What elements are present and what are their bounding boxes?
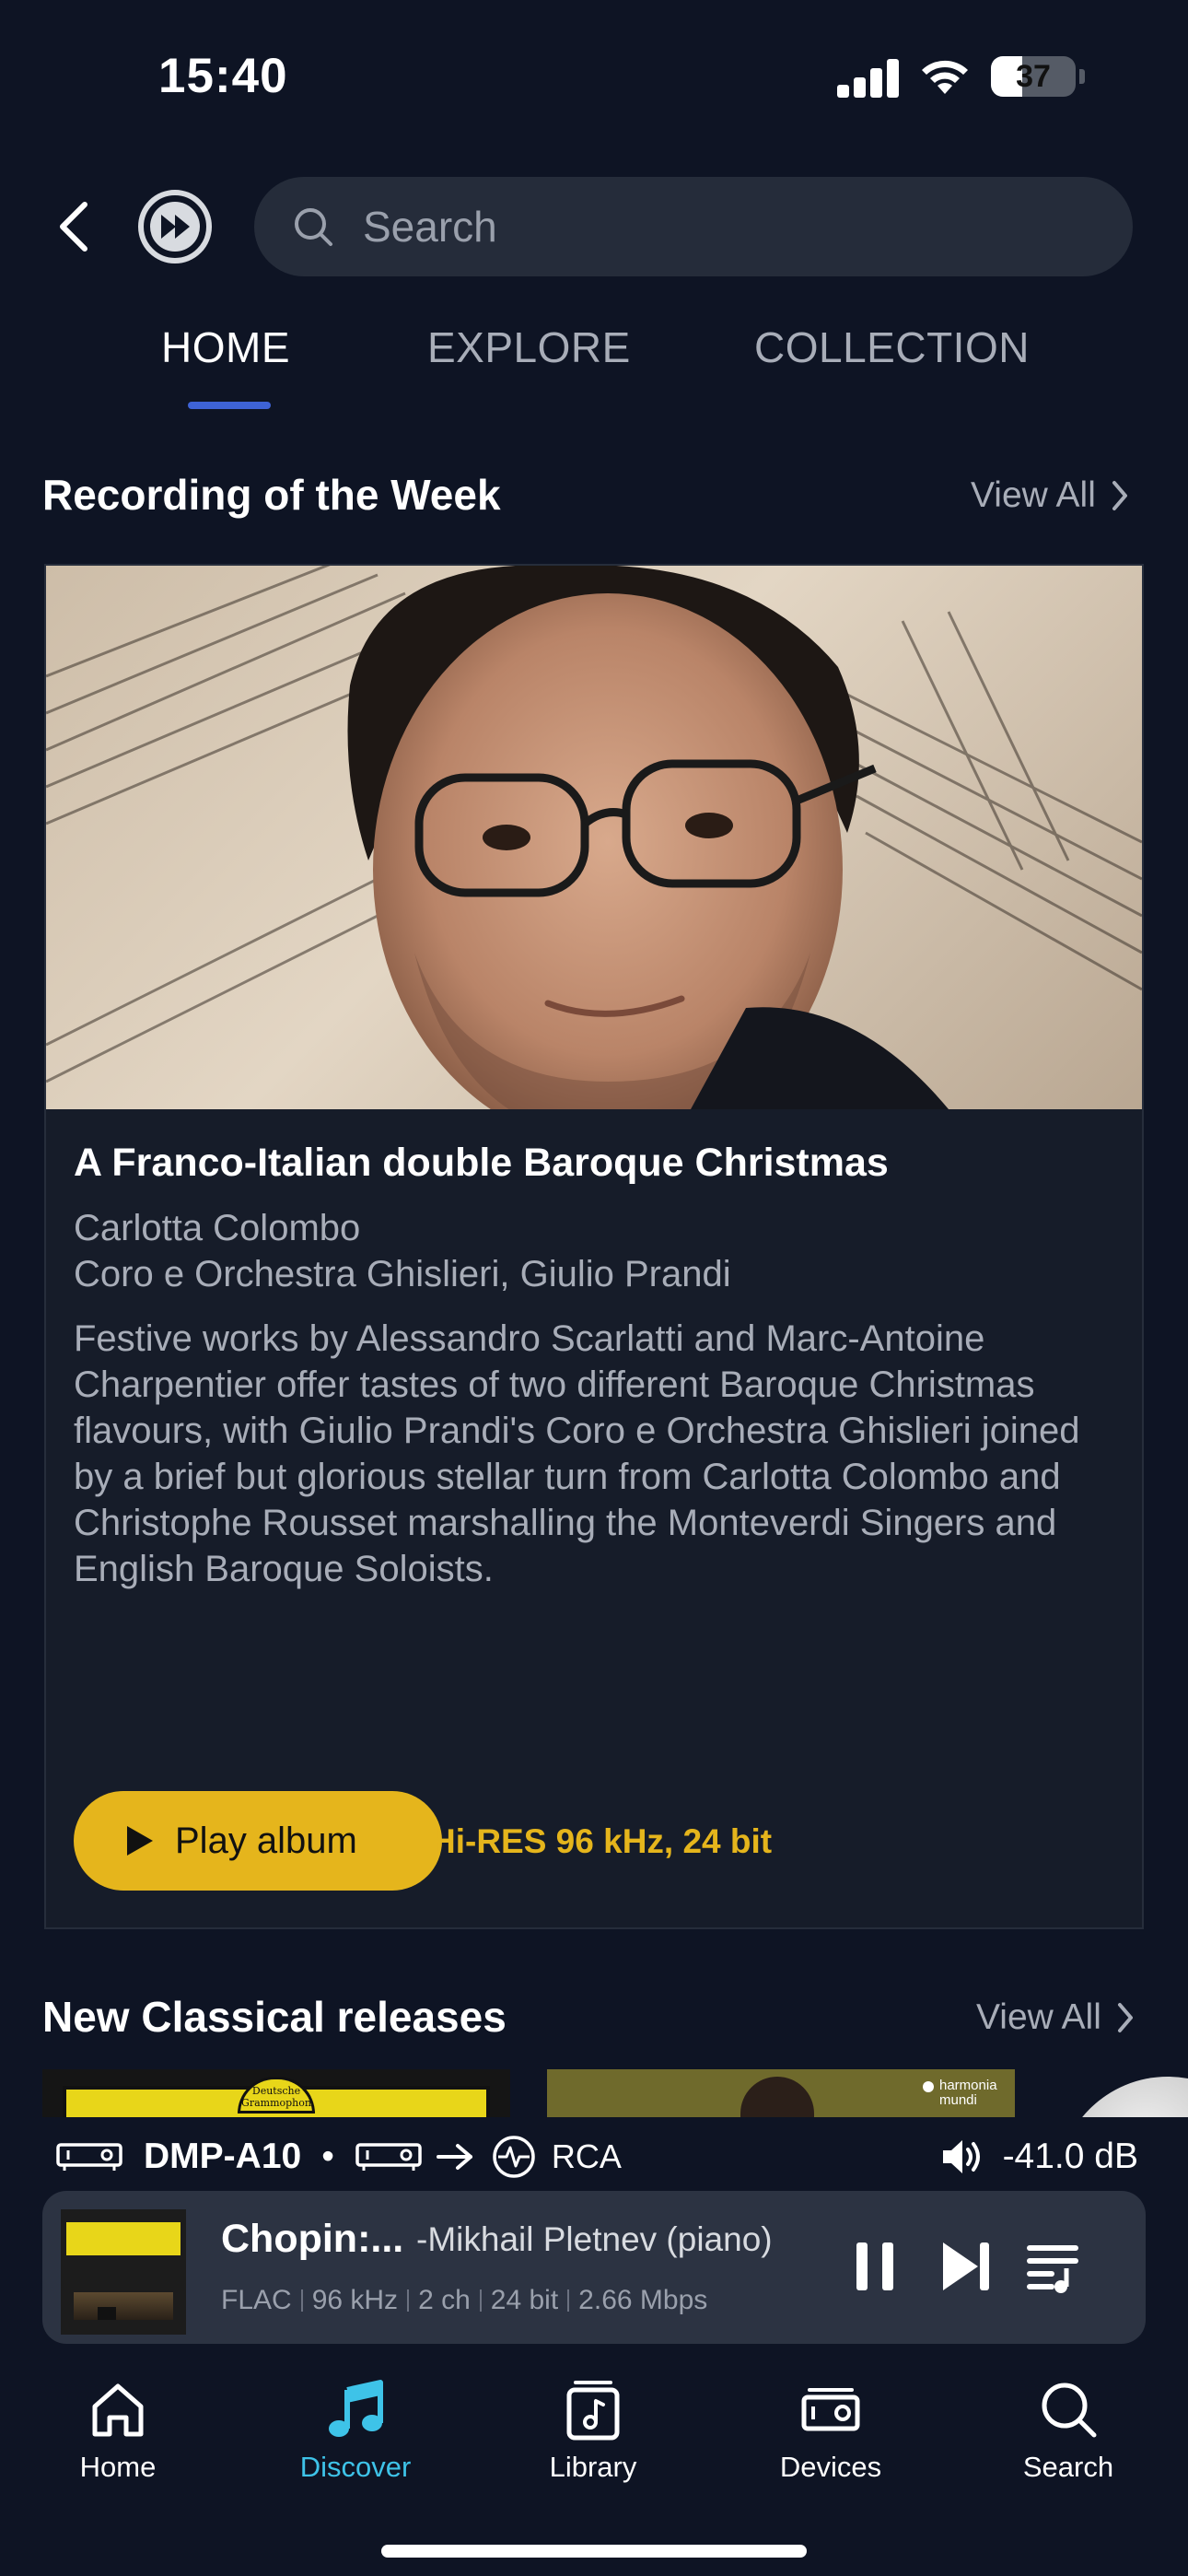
recording-artist-soloist: Carlotta Colombo xyxy=(74,1208,361,1248)
status-time: 15:40 xyxy=(158,49,288,103)
bit-depth: 24 bit xyxy=(490,2285,559,2315)
back-chevron-icon[interactable] xyxy=(52,201,98,252)
cellular-signal-icon xyxy=(837,55,899,98)
release-album-cover[interactable] xyxy=(1052,2069,1188,2117)
pause-icon[interactable] xyxy=(845,2237,904,2296)
chevron-right-icon xyxy=(1112,481,1127,510)
play-album-button[interactable]: Play album xyxy=(74,1791,442,1891)
status-bar: 15:40 37 xyxy=(0,0,1188,166)
streamer-device-icon xyxy=(56,2143,122,2171)
home-icon xyxy=(92,2383,144,2437)
app-logo-icon[interactable] xyxy=(136,188,214,265)
speaker-volume-icon xyxy=(942,2140,980,2173)
label-logo: harmonia mundi xyxy=(939,2078,997,2108)
library-icon xyxy=(566,2381,620,2441)
recording-description: Festive works by Alessandro Scarlatti an… xyxy=(74,1318,1080,1589)
dac-device-icon xyxy=(355,2143,422,2171)
play-album-label: Play album xyxy=(175,1820,357,1861)
top-tabs: HOME EXPLORE COLLECTION xyxy=(0,322,1188,415)
play-icon xyxy=(127,1826,153,1856)
now-playing-album-art xyxy=(61,2209,186,2335)
active-tab-indicator xyxy=(188,402,271,409)
bottom-tab-devices-label: Devices xyxy=(779,2451,882,2483)
search-icon xyxy=(1042,2383,1097,2438)
home-indicator[interactable] xyxy=(381,2545,807,2558)
bottom-tab-search-label: Search xyxy=(1022,2451,1114,2483)
new-releases-section-title: New Classical releases xyxy=(42,1993,507,2041)
music-note-icon xyxy=(329,2380,383,2437)
battery-level: 37 xyxy=(1016,58,1051,94)
volume-level: -41.0 dB xyxy=(1002,2137,1138,2176)
recording-artists: Carlotta Colombo Coro e Orchestra Ghisli… xyxy=(74,1205,1118,1297)
bottom-tab-library-label: Library xyxy=(549,2451,637,2483)
sample-rate: 96 kHz xyxy=(311,2285,399,2315)
bottom-tab-library[interactable]: Library xyxy=(501,2377,685,2484)
bottom-tab-discover-label: Discover xyxy=(299,2451,412,2483)
recording-artist-ensemble: Coro e Orchestra Ghislieri, Giulio Prand… xyxy=(74,1254,731,1294)
bottom-tab-bar: Home Discover Library Devices Search xyxy=(0,2377,1188,2506)
recording-card[interactable]: A Franco-Italian double Baroque Christma… xyxy=(44,564,1144,1929)
now-playing-title: Chopin:... xyxy=(221,2217,404,2261)
release-album-cover[interactable]: Deutsche Grammophon xyxy=(42,2069,510,2117)
device-name: DMP-A10 xyxy=(144,2137,302,2176)
mini-player[interactable]: Chopin:... -Mikhail Pletnev (piano) FLAC… xyxy=(42,2191,1146,2344)
volume-control[interactable]: -41.0 dB xyxy=(940,2130,1138,2184)
new-releases-view-all[interactable]: View All xyxy=(976,1997,1135,2038)
wifi-icon xyxy=(922,60,968,94)
bottom-tab-search[interactable]: Search xyxy=(976,2377,1160,2484)
recording-artist-photo xyxy=(46,566,1142,1109)
release-album-cover[interactable]: harmonia mundi xyxy=(547,2069,1015,2117)
recording-details: A Franco-Italian double Baroque Christma… xyxy=(74,1137,1118,1592)
now-playing-artist: -Mikhail Pletnev (piano) xyxy=(416,2220,773,2258)
chevron-right-icon xyxy=(1117,2003,1133,2032)
now-playing-format-info: FLAC 96 kHz 2 ch 24 bit 2.66 Mbps xyxy=(221,2285,707,2316)
output-type: RCA xyxy=(551,2137,622,2175)
tab-explore[interactable]: EXPLORE xyxy=(427,322,631,372)
skip-next-icon[interactable] xyxy=(936,2237,995,2296)
channel-count: 2 ch xyxy=(418,2285,471,2315)
quality-badge: Hi-RES 96 kHz, 24 bit xyxy=(431,1822,773,1860)
view-all-label: View All xyxy=(971,475,1096,515)
recording-title: A Franco-Italian double Baroque Christma… xyxy=(74,1141,889,1185)
view-all-label: View All xyxy=(976,1997,1101,2037)
search-input[interactable] xyxy=(363,202,1007,252)
audio-format: FLAC xyxy=(221,2285,292,2315)
search-bar[interactable] xyxy=(254,177,1133,276)
recording-view-all[interactable]: View All xyxy=(971,475,1129,516)
bottom-tab-discover[interactable]: Discover xyxy=(263,2377,448,2484)
battery-icon: 37 xyxy=(991,56,1076,97)
separator-dot: • xyxy=(321,2137,334,2176)
bitrate: 2.66 Mbps xyxy=(578,2285,708,2315)
bottom-tab-home[interactable]: Home xyxy=(26,2377,210,2484)
bottom-tab-devices[interactable]: Devices xyxy=(739,2377,923,2484)
recording-section-title: Recording of the Week xyxy=(42,471,501,519)
search-icon xyxy=(295,208,332,246)
analog-output-icon xyxy=(493,2136,535,2178)
tab-collection[interactable]: COLLECTION xyxy=(754,322,1030,372)
status-icons: 37 xyxy=(837,55,1085,98)
arrow-right-icon xyxy=(436,2144,472,2170)
label-logo: Deutsche Grammophon xyxy=(238,2077,315,2113)
tab-home[interactable]: HOME xyxy=(161,322,290,372)
devices-icon xyxy=(801,2388,860,2431)
queue-icon[interactable] xyxy=(1024,2237,1083,2296)
bottom-tab-home-label: Home xyxy=(79,2451,157,2483)
